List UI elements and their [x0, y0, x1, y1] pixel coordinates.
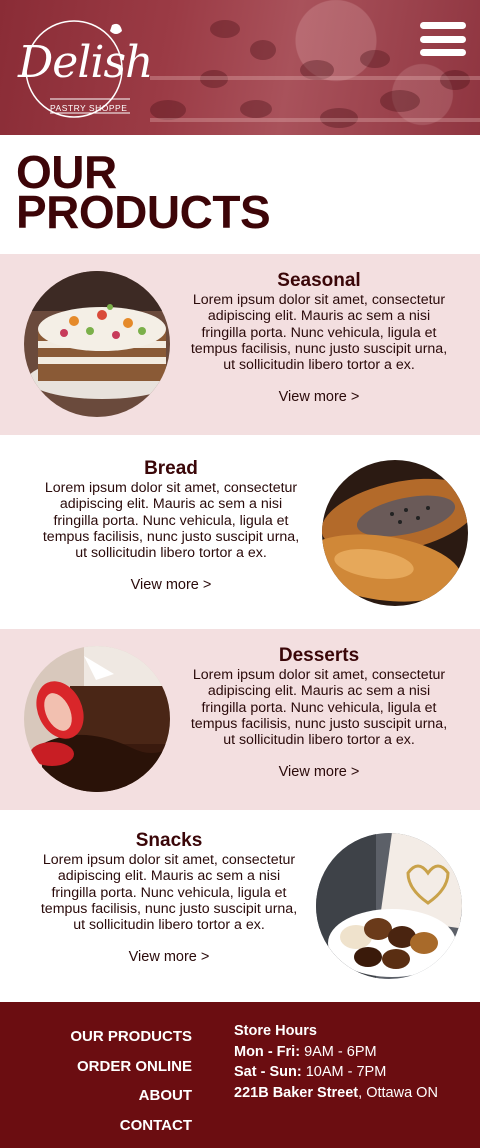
product-section-seasonal: Seasonal Lorem ipsum dolor sit amet, con…	[0, 254, 480, 435]
hours-weekday-value: 9AM - 6PM	[300, 1043, 377, 1060]
view-more-link[interactable]: View more >	[129, 949, 210, 965]
view-more-link[interactable]: View more >	[279, 764, 360, 780]
product-section-desserts: Desserts Lorem ipsum dolor sit amet, con…	[0, 629, 480, 810]
view-more-link[interactable]: View more >	[131, 577, 212, 593]
product-description: Lorem ipsum dolor sit amet, consectetur …	[40, 852, 298, 934]
address-street: 221B Baker Street	[234, 1084, 359, 1101]
product-title: Seasonal	[277, 270, 361, 291]
hours-weekend-label: Sat - Sun:	[234, 1064, 302, 1080]
footer-nav: OUR PRODUCTS ORDER ONLINE ABOUT CONTACT	[30, 1022, 192, 1140]
chocolates-box-photo	[316, 833, 462, 979]
product-info-desserts: Desserts Lorem ipsum dolor sit amet, con…	[184, 645, 454, 781]
footer-link-about[interactable]: ABOUT	[30, 1081, 192, 1111]
poppy-seed-bread-photo	[322, 460, 468, 606]
hamburger-menu-icon[interactable]	[420, 22, 466, 56]
product-info-bread: Bread Lorem ipsum dolor sit amet, consec…	[36, 458, 306, 594]
view-more-link[interactable]: View more >	[279, 389, 360, 405]
footer-link-order-online[interactable]: ORDER ONLINE	[30, 1052, 192, 1082]
page-title: OUR PRODUCTS	[16, 149, 456, 235]
product-info-seasonal: Seasonal Lorem ipsum dolor sit amet, con…	[184, 270, 454, 406]
header-banner: Delish PASTRY SHOPPE	[0, 0, 480, 135]
product-title: Desserts	[278, 645, 360, 666]
layered-cake-photo	[24, 271, 170, 417]
hours-weekend-value: 10AM - 7PM	[301, 1064, 387, 1080]
logo-subtitle: PASTRY SHOPPE	[50, 103, 128, 113]
site-footer: OUR PRODUCTS ORDER ONLINE ABOUT CONTACT …	[0, 1002, 480, 1148]
product-description: Lorem ipsum dolor sit amet, consectetur …	[190, 292, 448, 374]
delish-logo[interactable]: Delish PASTRY SHOPPE	[16, 17, 153, 121]
address-city: , Ottawa ON	[358, 1084, 438, 1101]
product-section-bread: Bread Lorem ipsum dolor sit amet, consec…	[0, 435, 480, 629]
hours-weekday-label: Mon - Fri:	[234, 1043, 301, 1060]
product-section-snacks: Snacks Lorem ipsum dolor sit amet, conse…	[0, 810, 480, 1002]
product-description: Lorem ipsum dolor sit amet, consectetur …	[190, 667, 448, 749]
product-title: Bread	[144, 458, 198, 479]
product-description: Lorem ipsum dolor sit amet, consectetur …	[42, 480, 300, 562]
store-address: 221B Baker Street, Ottawa ON	[234, 1083, 474, 1104]
hours-weekday: Mon - Fri: 9AM - 6PM	[234, 1042, 474, 1063]
product-info-snacks: Snacks Lorem ipsum dolor sit amet, conse…	[34, 830, 304, 966]
footer-link-contact[interactable]: CONTACT	[30, 1111, 192, 1141]
logo-wordmark: Delish	[18, 37, 153, 88]
page-title-line2: PRODUCTS	[16, 186, 271, 238]
footer-link-our-products[interactable]: OUR PRODUCTS	[30, 1022, 192, 1052]
hours-weekend: Sat - Sun: 10AM - 7PM	[234, 1062, 474, 1083]
store-hours-title: Store Hours	[234, 1023, 317, 1039]
chocolate-cake-strawberry-photo	[24, 646, 170, 792]
store-hours: Store Hours Mon - Fri: 9AM - 6PM Sat - S…	[234, 1021, 474, 1103]
product-title: Snacks	[135, 830, 203, 851]
